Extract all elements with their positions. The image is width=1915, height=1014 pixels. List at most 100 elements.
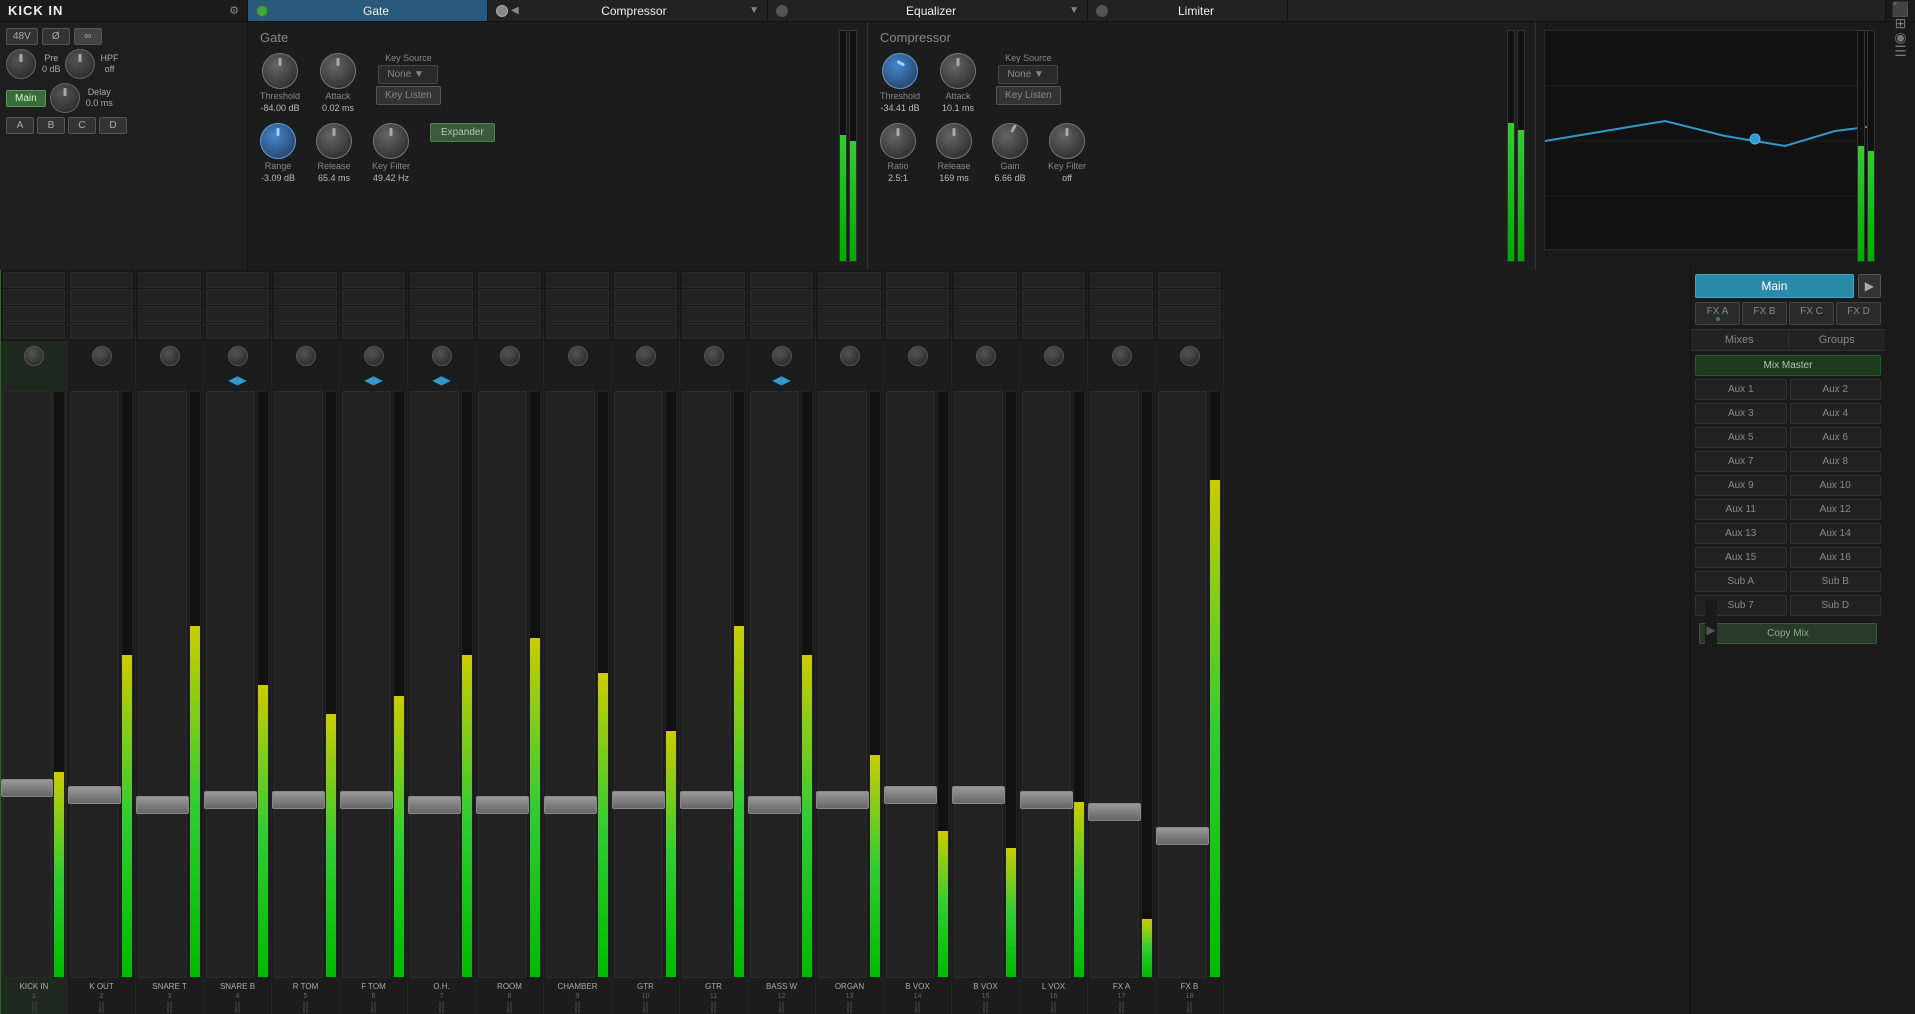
aux13-item[interactable]: Aux 13 — [1695, 523, 1787, 544]
ch-fader-track[interactable] — [818, 391, 867, 978]
suba-item[interactable]: Sub A — [1695, 571, 1787, 592]
ch-fx-slot-3[interactable] — [1090, 306, 1153, 322]
ch-solo-btn[interactable] — [1122, 1001, 1124, 1013]
aux16-item[interactable]: Aux 16 — [1790, 547, 1882, 568]
ch-fx-slot-2[interactable] — [1022, 289, 1085, 305]
ch-fx-slot-1[interactable] — [70, 272, 133, 288]
ch-mute-btn[interactable] — [235, 1001, 237, 1013]
main-output-btn[interactable]: Main — [1695, 274, 1854, 298]
aux2-item[interactable]: Aux 2 — [1790, 379, 1882, 400]
ch-fx-slot-2[interactable] — [614, 289, 677, 305]
ch-fx-slot-1[interactable] — [818, 272, 881, 288]
btn-d[interactable]: D — [99, 117, 127, 134]
ch-fader-track[interactable] — [682, 391, 731, 978]
ch-fader-track[interactable] — [546, 391, 595, 978]
ch-fader-handle[interactable] — [476, 796, 529, 814]
ch-solo-btn[interactable] — [374, 1001, 376, 1013]
gate-threshold-knob[interactable] — [262, 53, 298, 89]
ch-solo-btn[interactable] — [238, 1001, 240, 1013]
ch-fx-slot-4[interactable] — [614, 323, 677, 339]
ch-mute-btn[interactable] — [371, 1001, 373, 1013]
ch-solo-btn[interactable] — [170, 1001, 172, 1013]
ch-fx-slot-3[interactable] — [478, 306, 541, 322]
ch-solo-btn[interactable] — [918, 1001, 920, 1013]
ch-fx-slot-3[interactable] — [206, 306, 269, 322]
aux15-item[interactable]: Aux 15 — [1695, 547, 1787, 568]
ch-solo-btn[interactable] — [1190, 1001, 1192, 1013]
list-icon[interactable]: ☰ — [1894, 44, 1907, 58]
ch-fx-slot-1[interactable] — [478, 272, 541, 288]
aux9-item[interactable]: Aux 9 — [1695, 475, 1787, 496]
ch-solo-btn[interactable] — [510, 1001, 512, 1013]
limiter-power-btn[interactable] — [1096, 5, 1108, 17]
ch-fx-slot-1[interactable] — [1022, 272, 1085, 288]
ch-mute-btn[interactable] — [167, 1001, 169, 1013]
fxb-btn[interactable]: FX B — [1742, 302, 1787, 325]
ch-fx-slot-4[interactable] — [1090, 323, 1153, 339]
ch-fx-slot-3[interactable] — [70, 306, 133, 322]
ch-fx-slot-2[interactable] — [138, 289, 201, 305]
ch-fx-slot-1[interactable] — [614, 272, 677, 288]
meters-icon[interactable]: ⬛ — [1892, 2, 1909, 16]
comp-keysource-select[interactable]: None ▼ — [998, 65, 1058, 84]
ch-fx-slot-1[interactable] — [682, 272, 745, 288]
copy-mix-btn[interactable]: Copy Mix — [1699, 623, 1877, 644]
ch-fx-slot-3[interactable] — [138, 306, 201, 322]
ch-fader-track[interactable] — [3, 391, 51, 978]
ch-fx-slot-2[interactable] — [1158, 289, 1221, 305]
aux5-item[interactable]: Aux 5 — [1695, 427, 1787, 448]
ch-mute-btn[interactable] — [915, 1001, 917, 1013]
comp-attack-knob[interactable] — [940, 53, 976, 89]
ch-fx-slot-1[interactable] — [1158, 272, 1221, 288]
ch-fx-slot-4[interactable] — [342, 323, 405, 339]
aux1-item[interactable]: Aux 1 — [1695, 379, 1787, 400]
ch-fader-track[interactable] — [1022, 391, 1071, 978]
ch-fader-handle[interactable] — [1020, 791, 1073, 809]
ch-fx-slot-4[interactable] — [954, 323, 1017, 339]
gate-range-knob[interactable] — [260, 123, 296, 159]
subd-item[interactable]: Sub D — [1790, 595, 1882, 616]
ch-solo-btn[interactable] — [646, 1001, 648, 1013]
ch-solo-btn[interactable] — [850, 1001, 852, 1013]
comp-ratio-knob[interactable] — [880, 123, 916, 159]
ch-solo-btn[interactable] — [102, 1001, 104, 1013]
fxd-btn[interactable]: FX D — [1836, 302, 1881, 325]
ch-fader-track[interactable] — [410, 391, 459, 978]
btn-b[interactable]: B — [37, 117, 65, 134]
ch-pan-knob[interactable] — [1044, 346, 1064, 366]
fx-slot-limiter[interactable]: Limiter — [1088, 0, 1288, 21]
ch-fader-handle[interactable] — [204, 791, 257, 809]
ch-fx-slot-4[interactable] — [3, 323, 65, 339]
ch-fx-slot-4[interactable] — [70, 323, 133, 339]
expander-btn[interactable]: Expander — [430, 123, 495, 142]
gate-power-btn[interactable] — [256, 5, 268, 17]
ch-fader-track[interactable] — [478, 391, 527, 978]
ch-fx-slot-2[interactable] — [70, 289, 133, 305]
ch-mute-btn[interactable] — [303, 1001, 305, 1013]
ch-fx-slot-1[interactable] — [954, 272, 1017, 288]
ch-fader-track[interactable] — [206, 391, 255, 978]
ch-fx-slot-2[interactable] — [478, 289, 541, 305]
grid-icon[interactable]: ⊞ — [1895, 16, 1907, 30]
aux12-item[interactable]: Aux 12 — [1790, 499, 1882, 520]
ch-fx-slot-2[interactable] — [750, 289, 813, 305]
ch-fx-slot-3[interactable] — [954, 306, 1017, 322]
ch-fx-slot-4[interactable] — [1022, 323, 1085, 339]
ch-pan-knob[interactable] — [1112, 346, 1132, 366]
pre-knob[interactable] — [6, 49, 36, 79]
ch-fader-track[interactable] — [1158, 391, 1207, 978]
ch-solo-btn[interactable] — [986, 1001, 988, 1013]
ch-fx-slot-4[interactable] — [546, 323, 609, 339]
btn-c[interactable]: C — [68, 117, 96, 134]
ch-pan-knob[interactable] — [636, 346, 656, 366]
ch-fader-handle[interactable] — [340, 791, 393, 809]
ch-mute-btn[interactable] — [1051, 1001, 1053, 1013]
ch-mute-btn[interactable] — [1119, 1001, 1121, 1013]
ch-solo-btn[interactable] — [714, 1001, 716, 1013]
ch-pan-knob[interactable] — [92, 346, 112, 366]
ch-fx-slot-3[interactable] — [818, 306, 881, 322]
ch-pan-knob[interactable] — [772, 346, 792, 366]
ch-fx-slot-4[interactable] — [1158, 323, 1221, 339]
ch-fx-slot-2[interactable] — [206, 289, 269, 305]
ch-fx-slot-2[interactable] — [818, 289, 881, 305]
